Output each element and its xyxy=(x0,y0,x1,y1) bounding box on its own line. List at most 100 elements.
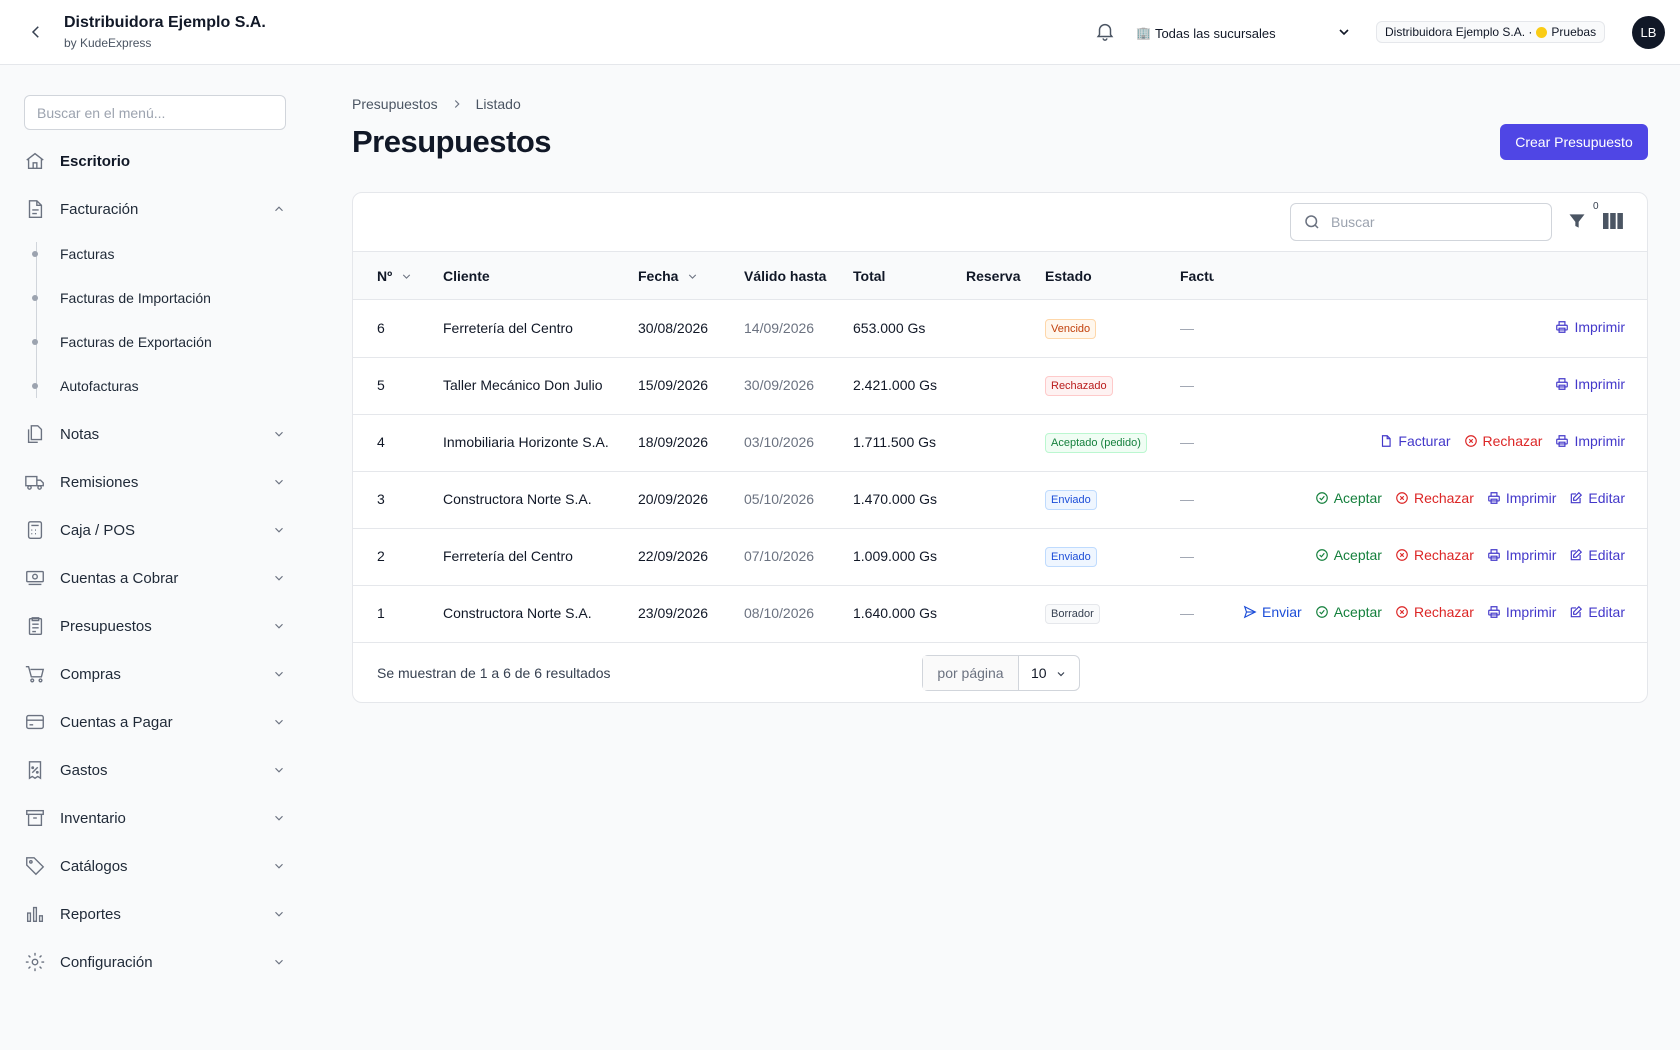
tag-icon xyxy=(24,855,46,877)
chevron-down-icon xyxy=(275,959,283,965)
print-button[interactable]: Imprimir xyxy=(1487,490,1556,506)
sidebar-subitem-autofacturas[interactable]: Autofacturas xyxy=(32,373,139,399)
edit-button[interactable]: Editar xyxy=(1569,547,1625,563)
chevron-down-icon xyxy=(275,575,283,581)
x-circle-icon xyxy=(1396,606,1408,618)
status-badge: Rechazado xyxy=(1045,376,1113,396)
sidebar-subitem-exportacion[interactable]: Facturas de Exportación xyxy=(32,329,212,355)
print-button[interactable]: Imprimir xyxy=(1487,604,1556,620)
print-label: Imprimir xyxy=(1574,319,1625,335)
column-header-estado: Estado xyxy=(1045,268,1092,284)
company-badge[interactable]: Distribuidora Ejemplo S.A. · Pruebas xyxy=(1376,21,1606,43)
clipboard-icon xyxy=(24,615,46,637)
sidebar-item-gastos[interactable]: Gastos xyxy=(24,754,286,786)
filter-button[interactable] xyxy=(1567,211,1589,233)
invoice-label: Facturar xyxy=(1398,433,1451,449)
sidebar-item-compras[interactable]: Compras xyxy=(24,658,286,690)
reject-button[interactable]: Rechazar xyxy=(1395,604,1474,620)
archive-box-icon xyxy=(24,807,46,829)
sidebar-item-label: Facturación xyxy=(60,200,139,218)
avatar[interactable]: LB xyxy=(1632,16,1665,49)
table-search[interactable] xyxy=(1290,203,1552,241)
chevron-down-icon xyxy=(1057,672,1065,677)
sidebar-item-facturacion[interactable]: Facturación xyxy=(24,193,286,225)
cell-fecha: 15/09/2026 xyxy=(638,377,709,393)
accept-button[interactable]: Aceptar xyxy=(1315,604,1382,620)
x-circle-icon xyxy=(1396,549,1408,561)
cell-factura: — xyxy=(1180,377,1194,393)
edit-button[interactable]: Editar xyxy=(1569,490,1625,506)
chevron-down-icon xyxy=(275,527,283,533)
column-header-num[interactable]: Nº xyxy=(377,268,413,284)
sidebar-item-presupuestos[interactable]: Presupuestos xyxy=(24,610,286,642)
home-icon xyxy=(24,150,46,172)
send-button[interactable]: Enviar xyxy=(1243,604,1302,620)
notifications-button[interactable] xyxy=(1094,20,1118,44)
sidebar-item-catalogos[interactable]: Catálogos xyxy=(24,850,286,882)
paper-airplane-icon xyxy=(1243,605,1257,619)
sidebar-item-configuracion[interactable]: Configuración xyxy=(24,946,286,978)
sidebar-item-label: Presupuestos xyxy=(60,617,152,635)
column-header-total: Total xyxy=(853,268,886,284)
per-page-select[interactable]: 10 xyxy=(1019,656,1079,690)
column-header-cliente: Cliente xyxy=(443,268,490,284)
breadcrumb-root-link[interactable]: Presupuestos xyxy=(352,96,438,112)
sidebar-subitem-importacion[interactable]: Facturas de Importación xyxy=(32,285,211,311)
chevron-down-icon xyxy=(275,719,283,725)
cell-factura: — xyxy=(1180,605,1194,621)
sidebar-item-remisiones[interactable]: Remisiones xyxy=(24,466,286,498)
cell-fecha: 22/09/2026 xyxy=(638,548,709,564)
create-presupuesto-button[interactable]: Crear Presupuesto xyxy=(1500,124,1648,160)
sidebar-item-label: Notas xyxy=(60,425,100,443)
documents-icon xyxy=(24,423,46,445)
sidebar-item-caja[interactable]: Caja / POS xyxy=(24,514,286,546)
cell-cliente: Ferretería del Centro xyxy=(443,548,573,564)
cell-cliente: Inmobiliaria Horizonte S.A. xyxy=(443,434,609,450)
print-button[interactable]: Imprimir xyxy=(1487,547,1557,563)
sidebar-item-escritorio[interactable]: Escritorio xyxy=(24,145,286,177)
sidebar-item-label: Compras xyxy=(60,665,121,683)
check-circle-icon xyxy=(1315,606,1328,618)
print-label: Imprimir xyxy=(1574,376,1625,392)
banknote-icon xyxy=(24,567,46,589)
invoice-button[interactable]: Facturar xyxy=(1379,433,1451,449)
top-bar: Distribuidora Ejemplo S.A. by KudeExpres… xyxy=(0,0,1680,65)
reject-button[interactable]: Rechazar xyxy=(1395,547,1474,563)
chevron-left-icon xyxy=(31,26,39,38)
column-header-fecha[interactable]: Fecha xyxy=(638,268,699,284)
document-icon xyxy=(1382,435,1392,447)
sidebar-item-cuentas-cobrar[interactable]: Cuentas a Cobrar xyxy=(24,562,286,594)
reject-button[interactable]: Rechazar xyxy=(1395,490,1474,506)
brand-subtitle: by KudeExpress xyxy=(64,36,152,50)
accept-button[interactable]: Aceptar xyxy=(1315,490,1382,506)
print-label: Imprimir xyxy=(1505,547,1557,563)
sidebar-item-cuentas-pagar[interactable]: Cuentas a Pagar xyxy=(24,706,286,738)
chevron-down-icon xyxy=(1339,29,1349,36)
company-name: Distribuidora Ejemplo S.A. · xyxy=(1385,25,1533,39)
menu-search-input[interactable] xyxy=(24,95,286,130)
pencil-square-icon xyxy=(1571,548,1583,561)
bullet-icon xyxy=(32,339,38,345)
edit-button[interactable]: Editar xyxy=(1569,604,1625,620)
accept-button[interactable]: Aceptar xyxy=(1315,547,1382,563)
columns-toggle-button[interactable] xyxy=(1603,212,1625,232)
cell-fecha: 30/08/2026 xyxy=(638,320,709,336)
print-button[interactable]: Imprimir xyxy=(1555,319,1625,335)
print-button[interactable]: Imprimir xyxy=(1555,433,1625,449)
print-button[interactable]: Imprimir xyxy=(1555,376,1625,392)
reject-button[interactable]: Rechazar xyxy=(1464,433,1542,449)
back-button[interactable] xyxy=(22,18,50,46)
sidebar-item-notas[interactable]: Notas xyxy=(24,418,286,450)
sidebar-subitem-label: Facturas de Importación xyxy=(60,290,211,306)
branch-select[interactable]: 🏢 Todas las sucursales xyxy=(1136,20,1352,46)
chevron-down-icon xyxy=(275,623,283,629)
sidebar-item-reportes[interactable]: Reportes xyxy=(24,898,286,930)
row-actions: Imprimir xyxy=(1555,376,1625,392)
table-search-input[interactable] xyxy=(1331,214,1531,230)
sidebar-item-inventario[interactable]: Inventario xyxy=(24,802,286,834)
sidebar-subitem-facturas[interactable]: Facturas xyxy=(32,241,114,267)
accept-label: Aceptar xyxy=(1333,604,1382,620)
sidebar-item-label: Cuentas a Pagar xyxy=(60,713,173,731)
chevron-down-icon xyxy=(275,815,283,821)
bullet-icon xyxy=(32,251,38,257)
